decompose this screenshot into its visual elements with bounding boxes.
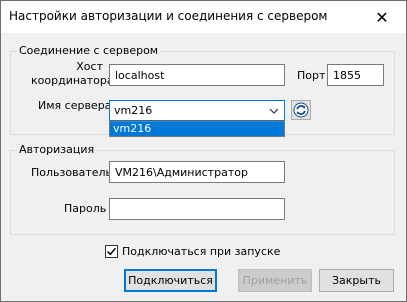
window-title: Настройки авторизации и соединения с сер… (9, 9, 328, 23)
connection-legend: Соединение с сервером (17, 44, 161, 57)
apply-button[interactable]: Применить (238, 269, 312, 292)
close-icon[interactable]: ✕ (362, 1, 402, 33)
port-label: Порт (297, 69, 326, 82)
password-label: Пароль (64, 202, 107, 215)
refresh-icon (293, 102, 309, 118)
checkmark-icon (106, 247, 117, 256)
title-bar: Настройки авторизации и соединения с сер… (1, 1, 406, 33)
close-button[interactable]: Закрыть (319, 269, 394, 292)
host-input[interactable]: localhost (109, 64, 285, 86)
host-label: Хост координатора (31, 60, 114, 87)
refresh-button[interactable] (291, 100, 311, 120)
connect-button[interactable]: Подключиться (124, 269, 217, 292)
server-label: Имя сервера (38, 99, 112, 112)
server-combo[interactable]: vm216 (109, 100, 285, 121)
port-input[interactable]: 1855 (327, 64, 384, 86)
autoconnect-label[interactable]: Подключаться при запуске (122, 245, 280, 258)
auth-legend: Авторизация (17, 143, 97, 156)
server-option[interactable]: vm216 (110, 122, 284, 136)
server-dropdown-list: vm216 (109, 121, 285, 137)
chevron-down-icon[interactable] (267, 103, 281, 119)
user-input[interactable]: VM216\Администратор (109, 161, 285, 183)
autoconnect-checkbox[interactable] (105, 245, 118, 258)
user-label: Пользователь (31, 166, 113, 179)
settings-dialog: Настройки авторизации и соединения с сер… (0, 0, 407, 302)
server-combo-value: vm216 (114, 104, 153, 117)
password-input[interactable] (109, 198, 285, 220)
